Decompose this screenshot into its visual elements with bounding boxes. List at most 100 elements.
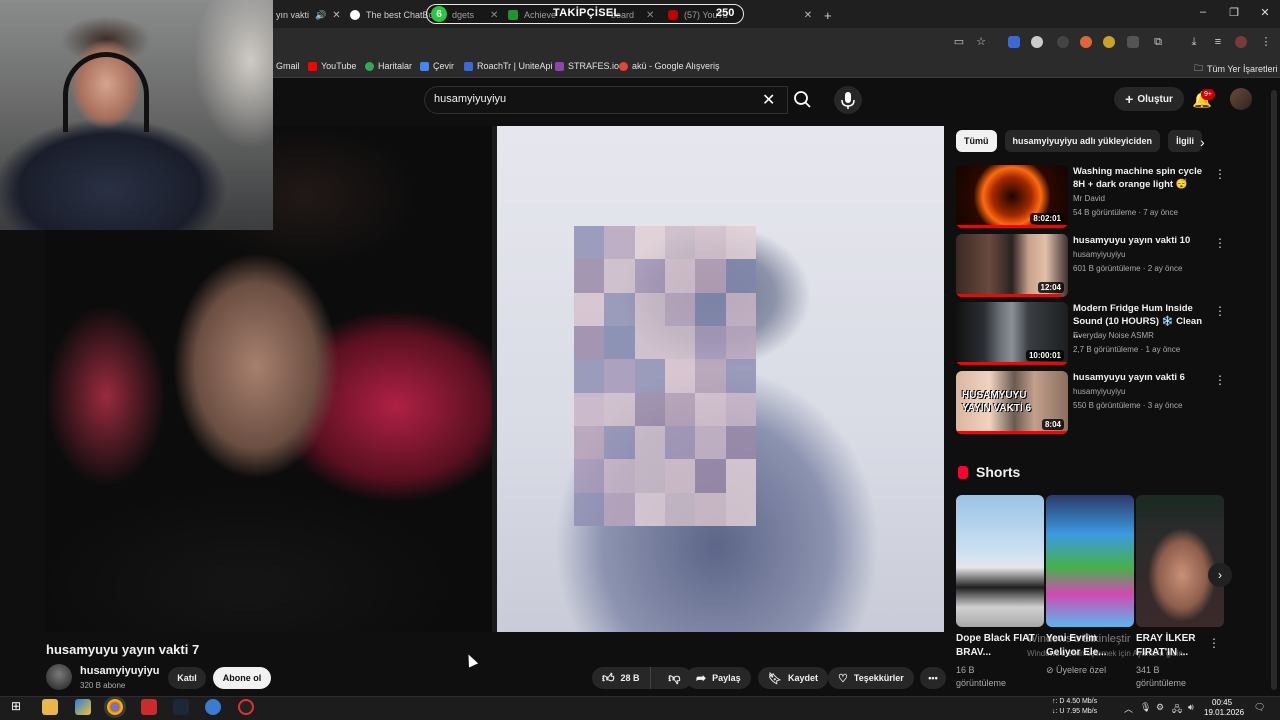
browser-tab[interactable]: The best ChatBot [350, 4, 436, 26]
thanks-button[interactable]: ♡ Teşekkürler [828, 667, 914, 689]
bookmark-youtube[interactable]: YouTube [308, 61, 356, 71]
mosaic-tile [634, 359, 665, 393]
copilot-icon[interactable] [75, 699, 91, 715]
app-icon[interactable] [205, 699, 221, 715]
more-actions-button[interactable]: ••• [920, 667, 946, 689]
profile-icon[interactable] [1235, 36, 1247, 48]
short-views: 16 B [956, 665, 975, 675]
menu-kebab-icon[interactable]: ⋮ [1259, 35, 1273, 49]
join-button[interactable]: Katıl [168, 667, 206, 689]
chip-related[interactable]: İlgili [1168, 130, 1203, 152]
shorts-header: Shorts [958, 464, 1020, 480]
mosaic-tile [695, 259, 726, 293]
mosaic-tile [634, 226, 665, 260]
page-scrollbar[interactable] [1271, 90, 1277, 690]
file-explorer-icon[interactable] [42, 699, 58, 715]
bookmark-maps[interactable]: Haritalar [365, 61, 412, 71]
app-icon[interactable] [141, 699, 157, 715]
channel-name[interactable]: husamyiyuyiyu [80, 665, 159, 677]
mosaic-tile [665, 425, 696, 460]
mosaic-tile [695, 359, 726, 393]
chip-all[interactable]: Tümü [956, 130, 997, 152]
star-icon[interactable]: ☆ [974, 35, 988, 49]
clear-search-icon[interactable]: ✕ [762, 90, 775, 110]
notification-center-icon[interactable]: 🗨︎ [1254, 702, 1265, 713]
volume-icon[interactable]: 🔊︎ [1188, 702, 1194, 713]
subscriber-count: 320 B abone [80, 681, 126, 690]
extension-icon[interactable] [1080, 36, 1092, 48]
video-thumbnail: 8:02:01 [956, 165, 1068, 228]
bookmark-gmail[interactable]: Gmail [276, 61, 300, 71]
chip-from-uploader[interactable]: husamyiyuyiyu adlı yükleyiciden [1004, 130, 1161, 152]
duration-badge: 8:04 [1041, 419, 1064, 430]
chevron-up-icon[interactable]: ︿ [1124, 702, 1133, 715]
bookmark-translate[interactable]: Çevir [420, 61, 454, 71]
recommendation-item[interactable]: 12:04 husamyuyu yayın vakti 10 husamyiyu… [956, 234, 1226, 298]
extension-icon[interactable] [1127, 36, 1139, 48]
restore-button[interactable]: ❐ [1219, 6, 1249, 19]
kebab-menu-icon[interactable]: ⋮ [1214, 236, 1226, 250]
channel-avatar[interactable] [46, 664, 72, 690]
obs-icon[interactable] [238, 699, 254, 715]
mosaic-tile [725, 492, 756, 526]
create-button[interactable]: + Oluştur [1114, 87, 1184, 111]
save-button[interactable]: 🔖︎ Kaydet [758, 667, 828, 689]
short-thumbnail[interactable] [1046, 495, 1134, 627]
microphone-icon[interactable]: 🎙︎ [1140, 702, 1151, 713]
tab-label: yın vakti [276, 10, 310, 20]
kebab-menu-icon[interactable]: ⋮ [1214, 304, 1226, 318]
mosaic-tile [574, 392, 605, 426]
recommendation-item[interactable]: 10:00:01 Modern Fridge Hum Inside Sound … [956, 302, 1226, 366]
extension-icon[interactable] [1031, 36, 1043, 48]
chevron-right-icon[interactable]: › [1200, 134, 1205, 150]
shorts-next-button[interactable]: › [1208, 563, 1232, 587]
close-tab-icon[interactable]: ✕ [332, 10, 340, 21]
mosaic-tile [665, 459, 696, 493]
all-bookmarks[interactable]: 🗀 Tüm Yer İşaretleri [1194, 61, 1278, 77]
extension-icon[interactable] [1008, 36, 1020, 48]
clock-date[interactable]: 19.01.2026 [1204, 708, 1244, 717]
steam-icon[interactable] [173, 699, 189, 715]
duration-badge: 12:04 [1037, 282, 1064, 293]
speaker-icon[interactable]: 🔊 [315, 10, 326, 21]
short-thumbnail[interactable] [956, 495, 1044, 627]
windows-start-icon[interactable]: ⊞ [8, 699, 24, 715]
recommendation-title: Washing machine spin cycle 8H + dark ora… [1073, 166, 1202, 190]
network-icon[interactable]: 🖧︎ [1172, 702, 1182, 718]
kebab-menu-icon[interactable]: ⋮ [1208, 636, 1220, 650]
translate-icon [420, 61, 429, 71]
search-button[interactable] [788, 86, 820, 114]
steam-tray-icon[interactable]: ⚙︎ [1156, 702, 1164, 713]
like-button[interactable]: 👍︎ 28 B [592, 667, 651, 689]
voice-search-button[interactable] [834, 86, 862, 114]
share-button[interactable]: ➦ Paylaş [686, 667, 751, 689]
minimize-button[interactable]: – [1188, 6, 1218, 18]
short-thumbnail[interactable] [1136, 495, 1224, 627]
close-window-button[interactable]: ✕ [1250, 6, 1280, 19]
recommendation-item[interactable]: HUSAMYUYU YAYIN VAKTİ 6 8:04 husamyuyu y… [956, 371, 1226, 435]
recommendation-channel: husamyiyuyiyu [1073, 250, 1126, 259]
download-icon[interactable]: ⤓ [1187, 35, 1201, 49]
clock-time[interactable]: 00:45 [1212, 698, 1232, 707]
subscribe-button[interactable]: Abone ol [213, 667, 271, 689]
network-upload-speed: ↑: D 4.50 Mb/s [1052, 698, 1098, 705]
extension-icon[interactable] [1057, 36, 1069, 48]
new-tab-button[interactable]: + [824, 4, 832, 26]
bookmark-shopping[interactable]: akü - Google Alışveriş [619, 61, 720, 71]
recommendation-item[interactable]: 8:02:01 Washing machine spin cycle 8H + … [956, 165, 1226, 229]
playlist-icon[interactable]: ≡ [1211, 35, 1225, 49]
cast-icon[interactable]: ▭ [952, 35, 966, 49]
account-avatar[interactable] [1230, 88, 1252, 110]
bookmark-roachtr[interactable]: RoachTr | UniteApi [464, 61, 553, 71]
kebab-menu-icon[interactable]: ⋮ [1214, 373, 1226, 387]
close-tab-icon[interactable]: ✕ [804, 10, 812, 21]
kebab-menu-icon[interactable]: ⋮ [1214, 167, 1226, 181]
mosaic-tile [604, 359, 635, 393]
bookmark-strafes[interactable]: STRAFES.io [555, 61, 619, 71]
browser-tab[interactable]: yın vakti 🔊 ✕ [276, 4, 341, 26]
chrome-icon[interactable] [107, 699, 123, 715]
puzzle-icon[interactable]: ⧉ [1151, 35, 1165, 49]
extension-icon[interactable] [1103, 36, 1115, 48]
recommendation-title: husamyuyu yayın vakti 10 [1073, 235, 1191, 246]
watch-progress-bar [956, 225, 1068, 228]
